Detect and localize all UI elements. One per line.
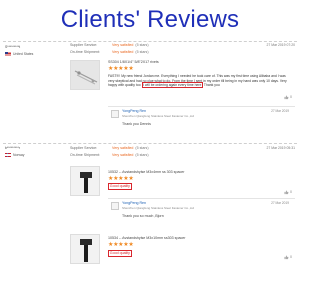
review-divider: [3, 143, 297, 144]
quality-tag: Good quality: [108, 250, 132, 258]
on-time-value: Very satisfied (5 stars): [112, 152, 149, 157]
product-thumbnail[interactable]: [70, 166, 100, 196]
supplier-service-value: Very satisfied (5 stars): [112, 146, 149, 150]
seller-name[interactable]: YongPeng Ren: [122, 109, 146, 113]
thumbs-up-icon: [284, 95, 289, 100]
seller-company: Shenzhen Qiangfeng Stainless Steel Faste…: [122, 206, 195, 210]
seller-reply: YongPeng Ren Shenzhen Qiangfeng Stainles…: [108, 106, 295, 128]
review-text: FAST!!!! My new friend Jordan me. Everyt…: [108, 74, 287, 89]
helpful-button[interactable]: 0: [284, 95, 292, 100]
rating-summary: Supplier Service: Very satisfied (5 stars…: [70, 145, 149, 158]
spacer-image-icon: [80, 239, 92, 262]
helpful-button[interactable]: 0: [284, 190, 292, 195]
product-thumbnail[interactable]: [70, 60, 100, 90]
reviews-banner: Clients' Reviews: [0, 0, 300, 36]
supplier-service-value: Very satisfied (5 stars): [112, 43, 149, 47]
product-name[interactable]: SS304 1/8X1/4" 5/8"2X17 rivets: [108, 60, 159, 64]
seller-name[interactable]: YongPeng Ren: [122, 201, 146, 205]
quality-tag: Good quality: [108, 183, 132, 191]
spacer-image-icon: [80, 172, 92, 193]
product-thumbnail[interactable]: [70, 234, 100, 264]
page-title: Clients' Reviews: [60, 6, 240, 33]
star-rating: ★★★★★: [108, 66, 134, 72]
thumbs-up-icon: [284, 190, 289, 195]
seller-reply-date: 27 Mar 2019: [271, 109, 289, 113]
seller-company: Shenzhen Qiangfeng Stainless Steel Faste…: [122, 114, 195, 118]
rating-summary: Supplier Service: Very satisfied (5 stars…: [70, 42, 149, 55]
review-date: 27 Mar 2019 05:31: [266, 146, 295, 150]
reviewer-name: b*********r: [5, 146, 20, 150]
us-flag-icon: [5, 52, 11, 56]
seller-logo-icon: [111, 110, 119, 118]
highlighted-quote: I will be ordering again every time here: [141, 82, 203, 89]
country-label: Norway: [13, 153, 25, 157]
reviewer-country: United States: [5, 52, 33, 56]
helpful-button[interactable]: 0: [284, 255, 292, 260]
on-time-label: On-time Shipment:: [70, 49, 100, 54]
star-rating: ★★★★★: [108, 242, 134, 248]
seller-reply-text: Thank you Dennis: [122, 122, 151, 126]
seller-reply-text: Thank you so much ,Bjorn: [122, 214, 164, 218]
country-label: United States: [13, 52, 34, 56]
rivets-image-icon: [74, 70, 98, 85]
seller-reply-date: 27 Mar 2019: [271, 201, 289, 205]
supplier-service-label: Supplier Service:: [70, 146, 98, 150]
product-name[interactable]: 10534 -- Avstandshylse M3x10mm ss303 spa…: [108, 236, 185, 240]
seller-reply: YongPeng Ren Shenzhen Qiangfeng Stainles…: [108, 198, 295, 222]
reviewer-info: b*********r Norway: [5, 146, 25, 157]
supplier-service-label: Supplier Service:: [70, 43, 98, 47]
reviewer-info: S*********t United States: [5, 45, 33, 56]
review-date: 27 Mar 2019 07:20: [266, 43, 295, 47]
norway-flag-icon: [5, 153, 11, 157]
seller-logo-icon: [111, 202, 119, 210]
reviewer-name: S*********t: [5, 45, 21, 49]
star-rating: ★★★★★: [108, 176, 134, 182]
thumbs-up-icon: [284, 255, 289, 260]
on-time-value: Very satisfied (5 stars): [112, 49, 149, 54]
reviewer-country: Norway: [5, 153, 25, 157]
review-divider: [3, 41, 297, 42]
product-name[interactable]: 10532 -- Avstandshylse M3x4mm ss 303 spa…: [108, 170, 184, 174]
on-time-label: On-time Shipment:: [70, 152, 100, 157]
